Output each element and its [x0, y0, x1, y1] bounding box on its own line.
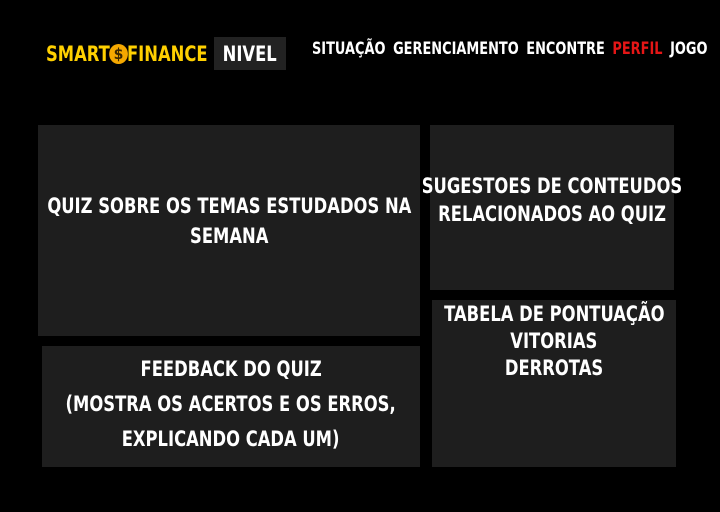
logo-text-smart: SMART	[46, 42, 110, 66]
score-table-panel[interactable]: TABELA DE PONTUAÇÃO VITORIAS DERROTAS	[432, 300, 676, 467]
logo-text-finance: FINANCE	[126, 42, 208, 66]
smartfinance-logo[interactable]: SMART $ FINANCE	[46, 41, 208, 67]
score-table-losses: DERROTAS	[504, 356, 604, 380]
nav-item-encontre[interactable]: ENCONTRE	[526, 38, 605, 60]
feedback-panel-text-line: FEEDBACK DO QUIZ	[140, 357, 322, 381]
quiz-feedback-panel[interactable]: FEEDBACK DO QUIZ (MOSTRA OS ACERTOS E OS…	[42, 346, 420, 467]
main-nav: SITUAÇÃO GERENCIAMENTO ENCONTRE PERFIL J…	[312, 38, 707, 60]
level-button-label: NIVEL	[222, 41, 278, 66]
suggestions-panel-text-line: RELACIONADOS AO QUIZ	[438, 202, 666, 226]
suggestions-panel-text-line: SUGESTOES DE CONTEUDOS	[421, 174, 683, 198]
nav-item-jogo[interactable]: JOGO	[670, 38, 707, 60]
nav-item-gerenciamento[interactable]: GERENCIAMENTO	[393, 38, 519, 60]
quiz-panel-text-line: SEMANA	[189, 224, 269, 248]
quiz-panel-text-line: QUIZ SOBRE OS TEMAS ESTUDADOS NA	[46, 194, 412, 218]
coin-icon: $	[109, 44, 128, 64]
score-table-title: TABELA DE PONTUAÇÃO	[443, 302, 665, 326]
feedback-panel-text-line: (MOSTRA OS ACERTOS E OS ERROS,	[65, 392, 397, 416]
content-suggestions-panel[interactable]: SUGESTOES DE CONTEUDOS RELACIONADOS AO Q…	[422, 125, 682, 290]
level-button[interactable]: NIVEL	[214, 37, 286, 70]
nav-item-situacao[interactable]: SITUAÇÃO	[312, 38, 385, 60]
score-table-wins: VITORIAS	[510, 329, 598, 353]
feedback-panel-text-line: EXPLICANDO CADA UM)	[122, 427, 340, 451]
nav-item-perfil[interactable]: PERFIL	[612, 38, 662, 60]
quiz-panel[interactable]: QUIZ SOBRE OS TEMAS ESTUDADOS NA SEMANA	[38, 125, 420, 336]
